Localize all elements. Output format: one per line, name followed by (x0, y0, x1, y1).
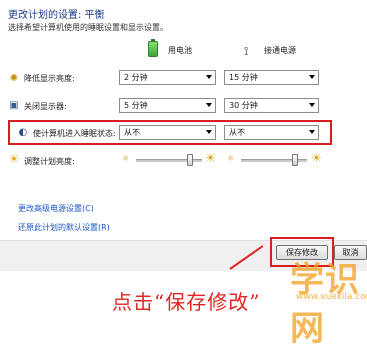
sleep-battery-value: 从不 (124, 128, 140, 137)
sleep-battery-select[interactable]: 从不 (119, 125, 216, 140)
instruction-caption: 点击“保存修改” (112, 290, 261, 314)
dim-battery-select[interactable]: 2 分钟 (119, 70, 216, 85)
sleep-power-select[interactable]: 从不 (224, 125, 319, 140)
brightness-icon: ☀ (8, 152, 20, 166)
dim-battery-value: 2 分钟 (124, 73, 148, 82)
chevron-down-icon (206, 103, 212, 107)
slider-thumb[interactable] (187, 154, 193, 166)
sleep-moon-icon: ◐ (18, 126, 28, 138)
turn-off-display-label: 关闭显示器: (24, 102, 67, 111)
brightness-high-icon: ☀ (311, 151, 322, 165)
monitor-icon: ▣ (9, 99, 19, 111)
dim-brightness-icon: ✺ (9, 72, 19, 84)
off-battery-select[interactable]: 5 分钟 (119, 98, 216, 113)
chevron-down-icon (309, 130, 315, 134)
chevron-down-icon (309, 103, 315, 107)
chevron-down-icon (206, 130, 212, 134)
chevron-down-icon (206, 75, 212, 79)
restore-defaults-link[interactable]: 还原此计划的默认设置(R) (18, 222, 110, 233)
advanced-power-settings-link[interactable]: 更改高级电源设置(C) (18, 203, 94, 214)
page-subtitle: 选择希望计算机使用的睡眠设置和显示设置。 (8, 23, 168, 32)
sleep-power-value: 从不 (229, 128, 245, 137)
battery-column-label: 用电池 (168, 46, 192, 55)
dim-power-value: 15 分钟 (229, 73, 258, 82)
watermark-url: www.xuexila.com (296, 292, 367, 302)
plan-brightness-label: 调整计划亮度: (24, 157, 75, 166)
dim-power-select[interactable]: 15 分钟 (224, 70, 319, 85)
brightness-low-icon: ☼ (227, 154, 235, 163)
sleep-label: 使计算机进入睡眠状态: (33, 129, 116, 138)
brightness-low-icon: ☼ (122, 154, 130, 163)
brightness-battery-slider[interactable] (136, 154, 202, 166)
power-plug-icon: ⟟ (244, 44, 249, 58)
off-power-select[interactable]: 30 分钟 (224, 98, 319, 113)
brightness-power-slider[interactable] (241, 154, 307, 166)
brightness-high-icon: ☀ (205, 151, 216, 165)
power-column-label: 接通电源 (264, 46, 296, 55)
off-battery-value: 5 分钟 (124, 101, 148, 110)
battery-icon (148, 39, 158, 57)
slider-thumb[interactable] (292, 154, 298, 166)
dim-display-label: 降低显示亮度: (24, 74, 75, 83)
page-title: 更改计划的设置: 平衡 (8, 10, 105, 21)
chevron-down-icon (309, 75, 315, 79)
off-power-value: 30 分钟 (229, 101, 258, 110)
